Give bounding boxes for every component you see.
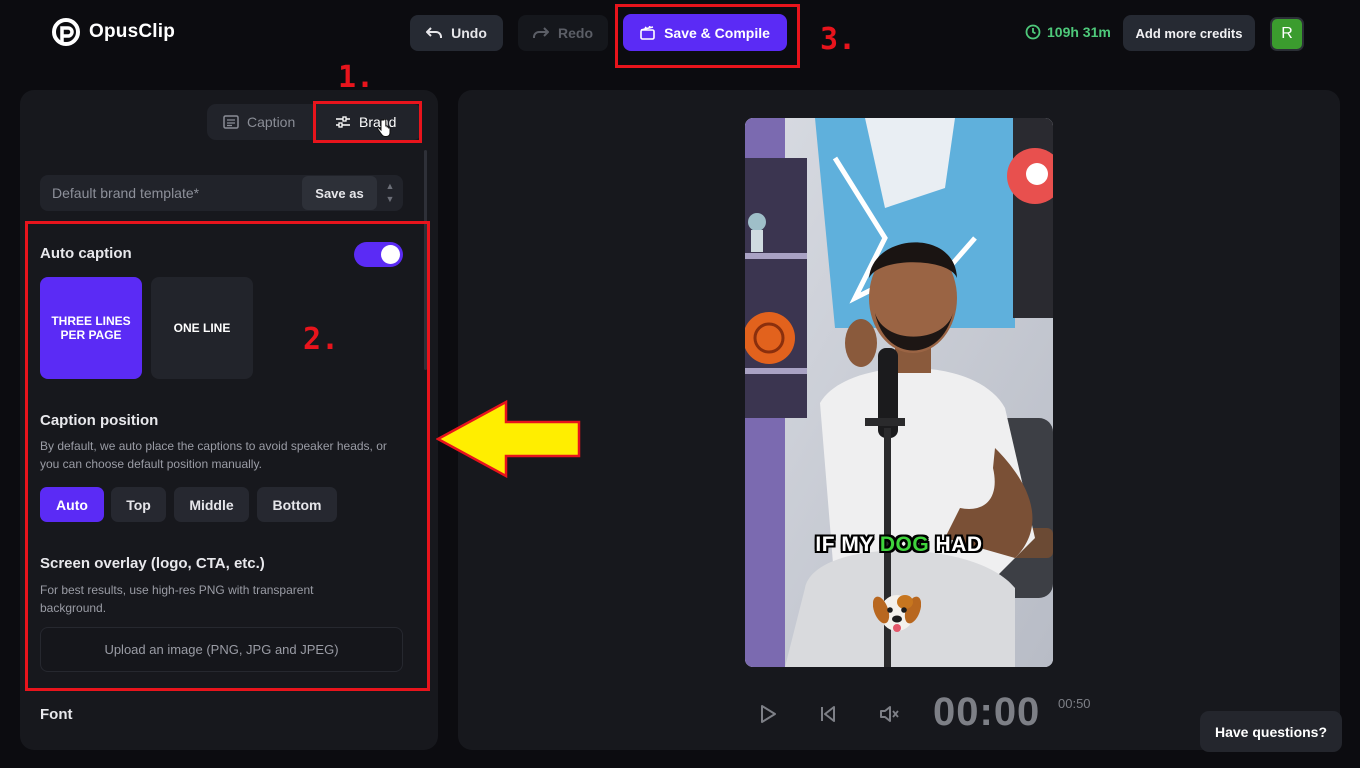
annotation-number-3: 3. xyxy=(820,22,857,57)
caption-word-3: HAD xyxy=(929,533,983,556)
yellow-arrow-icon xyxy=(436,400,581,478)
annotation-box-save xyxy=(615,4,800,68)
volume-icon[interactable] xyxy=(878,703,900,725)
clock-icon xyxy=(1025,24,1041,40)
app-logo[interactable]: OpusClip xyxy=(52,18,175,46)
help-chat-button[interactable]: Have questions? xyxy=(1200,711,1342,752)
avatar[interactable]: R xyxy=(1270,17,1304,51)
font-section-title: Font xyxy=(40,706,73,723)
template-name: Default brand template* xyxy=(52,185,200,201)
total-duration: 00:50 xyxy=(1058,696,1091,711)
undo-label: Undo xyxy=(451,25,487,41)
app-name: OpusClip xyxy=(89,21,176,42)
caption-icon xyxy=(223,115,239,129)
credits-remaining: 109h 31m xyxy=(1025,24,1111,40)
opusclip-logo-icon xyxy=(52,18,80,46)
play-icon[interactable] xyxy=(757,703,779,725)
annotation-number-2: 2. xyxy=(303,322,340,357)
skip-back-icon[interactable] xyxy=(817,703,839,725)
video-preview[interactable]: IF MY DOG HAD xyxy=(745,118,1053,667)
brand-template-selector[interactable]: Default brand template* Save as ▲ ▼ xyxy=(40,175,403,211)
tab-caption-label: Caption xyxy=(247,114,296,130)
annotation-box-brand xyxy=(313,101,422,143)
dog-emoji-icon xyxy=(873,595,921,632)
caption-overlay: IF MY DOG HAD xyxy=(745,533,1053,557)
tab-caption[interactable]: Caption xyxy=(223,104,295,140)
add-credits-button[interactable]: Add more credits xyxy=(1123,15,1255,51)
annotation-number-1: 1. xyxy=(338,60,375,95)
credits-time-text: 109h 31m xyxy=(1047,24,1111,40)
annotation-box-settings xyxy=(25,221,430,691)
redo-button[interactable]: Redo xyxy=(518,15,608,51)
undo-button[interactable]: Undo xyxy=(410,15,503,51)
caption-word-1: IF MY xyxy=(815,533,880,556)
template-stepper-icon[interactable]: ▲ ▼ xyxy=(383,180,397,206)
current-timecode: 00:00 xyxy=(933,690,1041,734)
video-frame xyxy=(745,118,1053,667)
undo-icon xyxy=(426,27,443,38)
caption-word-highlight: DOG xyxy=(879,533,930,556)
save-as-button[interactable]: Save as xyxy=(302,176,377,210)
redo-label: Redo xyxy=(558,25,593,41)
redo-icon xyxy=(533,27,549,38)
